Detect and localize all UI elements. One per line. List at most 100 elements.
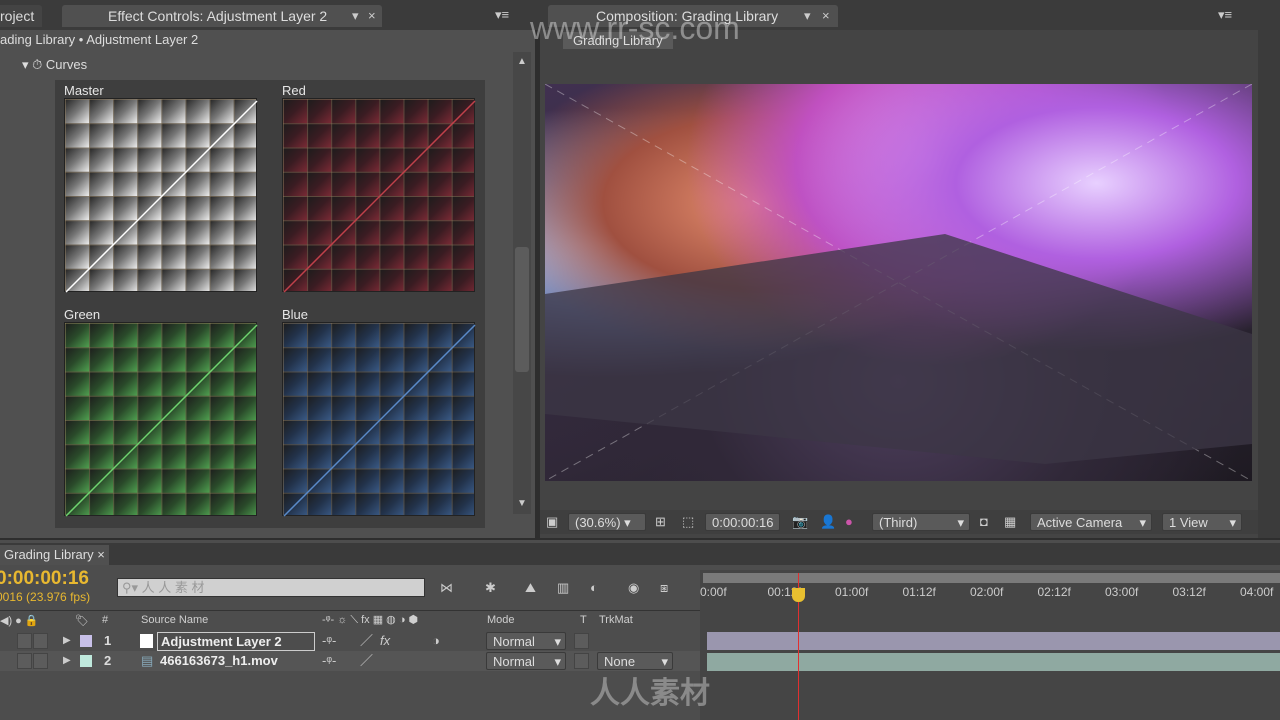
scrollbar-thumb[interactable] [515,247,529,372]
curve-label-master: Master [64,83,104,98]
draft-3d-icon[interactable]: ✱ [485,580,496,596]
ruler-tick-label: 02:12f [1037,585,1071,599]
curve-label-blue: Blue [282,307,309,322]
camera-value: Active Camera [1037,515,1123,530]
header-number: # [102,614,109,626]
curve-graph-green[interactable] [64,322,258,517]
close-icon[interactable]: × [368,8,376,24]
video-switch[interactable] [17,653,32,669]
frame-info: 0016 (23.976 fps) [0,590,91,604]
views-dropdown[interactable]: 1 View ▾ [1162,513,1242,531]
quality-switch-icon[interactable]: ／ [360,653,373,669]
snapshot-icon[interactable]: 📷 [792,514,808,530]
scroll-down-icon[interactable]: ▼ [517,496,527,512]
tab-project[interactable]: roject [0,5,43,27]
close-icon[interactable]: × [822,8,830,24]
effect-controls-tab-label: Effect Controls: Adjustment Layer 2 [108,8,328,24]
fast-previews-icon[interactable]: ◘ [980,514,988,530]
ruler-tick-label: 04:00f [1240,585,1274,599]
layer-1-duration-bar[interactable] [707,632,1280,650]
curve-graph-master[interactable] [64,98,258,293]
frame-blending-icon[interactable]: ▥ [557,580,569,596]
preserve-transparency-switch[interactable] [574,653,589,669]
ruler-tick-label: 03:00f [1105,585,1139,599]
work-area-bar[interactable] [703,573,1280,583]
effect-name: Curves [45,57,88,72]
ruler-tick-label: 01:12f [902,585,936,599]
grid-guides-icon[interactable]: ⊞ [655,514,666,530]
show-snapshot-icon[interactable]: 👤 [820,514,836,530]
label-color-swatch[interactable] [80,655,92,667]
layer-name[interactable]: 466163673_h1.mov [160,653,278,668]
panel-menu-icon[interactable]: ▾≡ [1218,7,1232,23]
hide-shy-layers-icon[interactable]: ⛰ [525,580,536,596]
right-panel-strip [1258,0,1280,538]
curve-label-green: Green [64,307,101,322]
watermark-logo: 人人素材 [590,677,710,710]
curve-graph-red[interactable] [282,98,476,293]
brainstorm-icon[interactable]: ◉ [628,580,639,596]
viewer-timecode[interactable]: 0:00:00:16 [705,513,781,531]
mode-dropdown[interactable]: Normal ▾ [486,652,566,670]
panel-menu-icon[interactable]: ▾≡ [495,7,509,23]
mode-value: Normal [493,634,535,649]
composition-viewer-image[interactable] [545,84,1252,481]
layer-name[interactable]: Adjustment Layer 2 [157,632,315,651]
fx-switch-icon[interactable]: fx [380,633,390,649]
scroll-up-icon[interactable]: ▲ [517,54,527,70]
motion-blur-icon[interactable]: ◐ [590,580,598,596]
effect-curves-header[interactable]: ▾ ⏱ Curves [22,57,87,73]
effect-scrollbar[interactable]: ▲ ▼ [513,52,531,514]
playhead-handle[interactable] [792,588,805,602]
camera-dropdown[interactable]: Active Camera ▾ [1030,513,1152,531]
layer-2-duration-bar[interactable] [707,653,1280,671]
adjustment-layer-icon [140,634,153,648]
divider [0,610,700,611]
timeline-tab-bar [0,543,1280,565]
lock-switch[interactable] [33,633,48,649]
effect-breadcrumb: ading Library • Adjustment Layer 2 [0,32,199,47]
zoom-value: (30.6%) [575,515,621,530]
transparency-grid-icon[interactable]: ▦ [1004,514,1016,530]
expand-triangle-icon[interactable]: ▶ [63,653,71,669]
resolution-dropdown[interactable]: (Third) ▾ [872,513,970,531]
video-switch[interactable] [17,633,32,649]
trkmat-value: None [604,654,636,669]
ruler-tick-label: 01:00f [835,585,869,599]
resolution-value: (Third) [879,515,918,530]
shy-switch-icon[interactable]: -ᵠ- [322,633,336,649]
switches-header-icons: -ᵠ- ☼ ⟍ fx ▦ ◍ ◑ ⬢ [322,614,419,626]
expand-triangle-icon[interactable]: ▶ [63,633,71,649]
header-t: T [580,614,587,626]
quality-switch-icon[interactable]: ／ [360,633,373,649]
tab-timeline[interactable]: Grading Library × [0,545,109,565]
layer-row-1[interactable]: ▶ 1 Adjustment Layer 2 -ᵠ- ／ fx ◑ Normal… [0,631,700,651]
region-of-interest-icon[interactable]: ⬚ [682,514,694,530]
current-time[interactable]: 0:00:00:16 [0,568,89,590]
label-color-swatch[interactable] [80,635,92,647]
close-icon[interactable]: × [97,547,105,562]
tab-effect-controls[interactable]: Effect Controls: Adjustment Layer 2 ▾ × [62,5,382,27]
av-switch-header-icons: ◀) ● 🔒 [0,615,39,627]
views-value: 1 View [1169,515,1208,530]
header-mode: Mode [487,614,515,626]
chevron-down-icon[interactable]: ▾ [804,8,811,24]
mode-dropdown[interactable]: Normal ▾ [486,632,566,650]
search-icon: ⚲▾ [122,580,139,595]
lock-switch[interactable] [33,653,48,669]
composition-mini-flowchart-icon[interactable]: ⋈ [440,580,453,596]
ruler-tick-label: 02:00f [970,585,1004,599]
layer-search-input[interactable]: ⚲▾ 人 人 素 材 [117,578,425,597]
chevron-down-icon[interactable]: ▾ [352,8,359,24]
graph-editor-icon[interactable]: ⧆ [660,580,668,596]
preserve-transparency-switch[interactable] [574,633,589,649]
shy-switch-icon[interactable]: -ᵠ- [322,653,336,669]
curve-graph-blue[interactable] [282,322,476,517]
zoom-dropdown[interactable]: (30.6%) ▾ [568,513,646,531]
channel-icon[interactable]: ● [845,514,853,530]
always-preview-icon[interactable]: ▣ [546,514,558,530]
layer-index: 2 [104,653,112,668]
header-source-name[interactable]: Source Name [141,614,208,626]
footage-file-icon: ▤ [141,653,154,668]
adjustment-switch-icon[interactable]: ◑ [432,633,440,649]
